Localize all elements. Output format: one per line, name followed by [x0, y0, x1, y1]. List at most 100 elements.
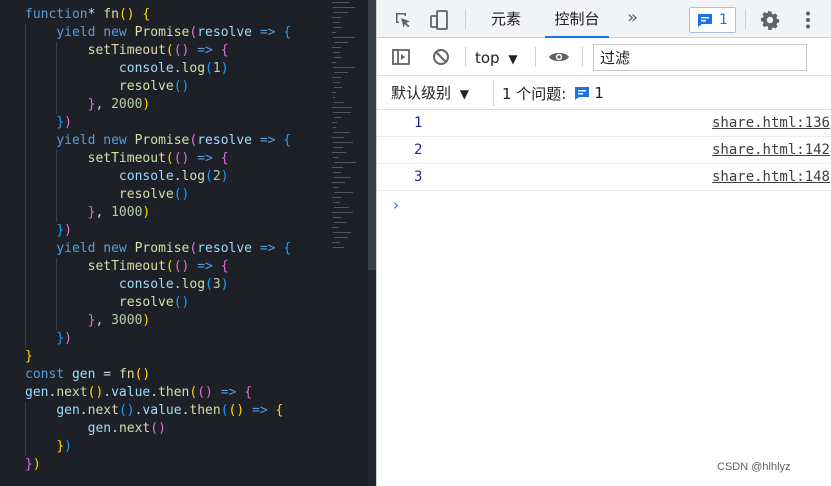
minimap-line: [334, 102, 344, 103]
code-token: log: [181, 277, 206, 292]
code-line: function* fn() {: [25, 6, 291, 24]
minimap[interactable]: [332, 0, 366, 486]
code-token: console: [118, 169, 174, 184]
editor-scrollbar[interactable]: [368, 0, 376, 486]
minimap-line: [333, 187, 338, 188]
messages-badge-button[interactable]: 1: [689, 7, 736, 33]
minimap-line: [333, 67, 355, 68]
minimap-line: [333, 22, 340, 23]
minimap-line: [332, 122, 337, 123]
code-editor[interactable]: function* fn() { yield new Promise(resol…: [0, 0, 376, 486]
code-token: }: [25, 349, 33, 364]
minimap-line: [333, 142, 353, 143]
eye-icon[interactable]: [547, 45, 571, 69]
code-token: }: [25, 457, 33, 472]
devtools-panel: 元素 控制台 » 1 top ▼ 过滤 默认级别 ▼ 1 个问题: 1 1 sh…: [376, 0, 831, 486]
code-token: =>: [259, 25, 276, 40]
issues-button[interactable]: 1 个问题: 1: [493, 80, 612, 106]
log-level-selector[interactable]: 默认级别 ▼: [391, 81, 469, 105]
code-token: 1000: [111, 205, 143, 220]
code-line: resolve(): [25, 78, 291, 96]
minimap-line: [332, 227, 338, 228]
tab-elements[interactable]: 元素: [481, 0, 531, 38]
code-token: {: [283, 241, 292, 256]
context-selector[interactable]: top ▼: [475, 46, 518, 70]
code-token: Promise: [134, 241, 190, 256]
code-token: console: [118, 61, 174, 76]
code-token: {: [275, 403, 284, 418]
inspect-element-icon[interactable]: [391, 8, 415, 32]
code-token: ): [142, 97, 151, 112]
log-level-bar: 默认级别 ▼ 1 个问题: 1: [377, 76, 831, 110]
code-token: {: [220, 151, 229, 166]
device-toolbar-icon[interactable]: [427, 8, 451, 32]
kebab-menu-icon[interactable]: [796, 8, 820, 32]
code-token: new: [103, 133, 127, 148]
code-token: 1: [212, 61, 221, 76]
code-token: new: [103, 25, 127, 40]
code-token: resolve: [197, 133, 253, 148]
issues-label: 1 个问题:: [502, 84, 567, 103]
scrollbar-thumb[interactable]: [368, 0, 376, 270]
minimap-line: [332, 92, 336, 93]
code-token: =>: [197, 151, 213, 166]
code-token: (): [197, 385, 213, 400]
code-token: ): [220, 61, 229, 76]
code-token: ,: [95, 313, 112, 328]
minimap-line: [332, 77, 341, 78]
minimap-line: [333, 127, 336, 128]
code-token: (): [150, 421, 166, 436]
minimap-line: [332, 137, 344, 138]
sidebar-toggle-icon[interactable]: [389, 45, 413, 69]
devtools-tab-bar: 元素 控制台 » 1: [377, 0, 831, 38]
minimap-line: [333, 247, 344, 248]
minimap-line: [334, 237, 348, 238]
context-value: top: [475, 49, 500, 67]
code-token: gen: [56, 403, 80, 418]
code-token: then: [189, 403, 221, 418]
code-content[interactable]: function* fn() { yield new Promise(resol…: [25, 6, 291, 474]
code-token: next: [87, 403, 119, 418]
log-value: 2: [414, 142, 423, 158]
code-token: next: [56, 385, 88, 400]
message-icon: [698, 13, 713, 27]
clear-console-icon[interactable]: [429, 45, 453, 69]
code-line: gen.next().value.then(() => {: [25, 402, 291, 420]
source-link[interactable]: share.html:148: [712, 164, 830, 191]
console-prompt[interactable]: ›: [393, 196, 399, 214]
code-token: setTimeout: [87, 151, 166, 166]
code-token: (): [173, 259, 190, 274]
code-token: gen: [71, 367, 96, 382]
source-link[interactable]: share.html:142: [712, 137, 830, 164]
more-tabs-button[interactable]: »: [627, 0, 638, 38]
gear-icon[interactable]: [758, 8, 782, 32]
code-token: function: [25, 7, 88, 22]
code-token: .: [103, 385, 112, 400]
code-line: resolve(): [25, 294, 291, 312]
code-token: =>: [259, 133, 276, 148]
source-link[interactable]: share.html:136: [712, 110, 830, 137]
code-token: .: [150, 385, 159, 400]
filter-input[interactable]: [593, 44, 807, 71]
code-line: gen.next().value.then(() => {: [25, 384, 291, 402]
code-token: .: [111, 421, 119, 436]
watermark: CSDN @hlhlyz: [717, 461, 791, 473]
code-token: yield: [56, 25, 96, 40]
tab-console[interactable]: 控制台: [545, 0, 609, 38]
code-line: setTimeout(() => {: [25, 150, 291, 168]
code-token: log: [181, 61, 206, 76]
code-token: Promise: [134, 133, 190, 148]
code-line: console.log(1): [25, 60, 291, 78]
